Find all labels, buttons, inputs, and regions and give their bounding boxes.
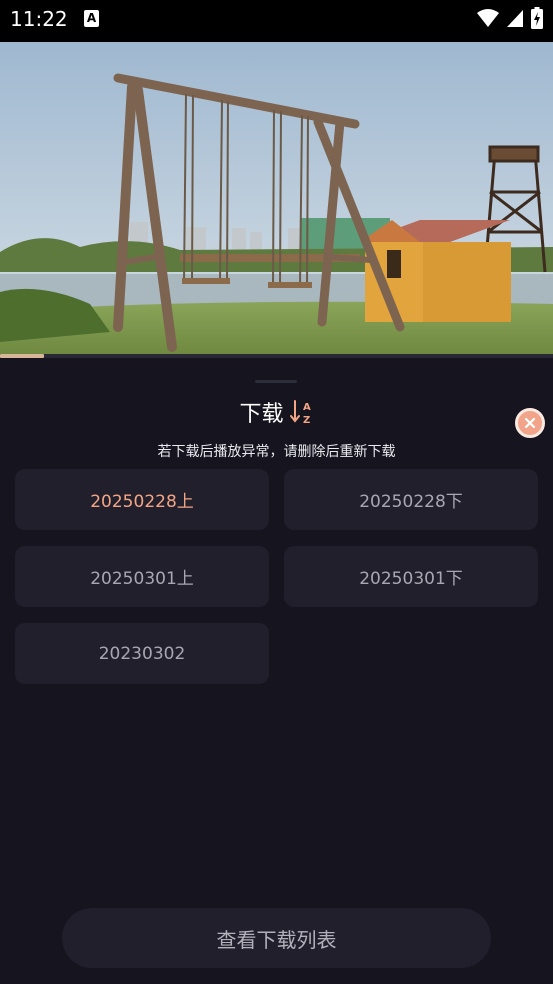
sheet-drag-handle[interactable] bbox=[255, 380, 297, 383]
download-hint: 若下载后播放异常，请删除后重新下载 bbox=[157, 444, 396, 460]
episode-item[interactable]: 20250301下 bbox=[284, 546, 538, 607]
view-download-list-button[interactable]: 查看下载列表 bbox=[62, 908, 491, 968]
status-icons bbox=[477, 7, 543, 29]
close-icon bbox=[524, 417, 536, 429]
status-bar: 11:22 A bbox=[0, 0, 553, 42]
sort-az-icon[interactable]: A Z bbox=[289, 399, 314, 425]
status-time: 11:22 bbox=[10, 7, 68, 31]
episode-item[interactable]: 20250228下 bbox=[284, 469, 538, 530]
signal-icon bbox=[507, 10, 523, 27]
video-frame bbox=[0, 42, 553, 354]
sheet-header: 下载 A Z bbox=[0, 395, 553, 429]
battery-charging-icon bbox=[531, 7, 543, 29]
episode-item[interactable]: 20250301上 bbox=[15, 546, 269, 607]
svg-text:A: A bbox=[303, 402, 311, 413]
wifi-icon bbox=[477, 9, 499, 27]
sheet-title: 下载 bbox=[239, 402, 284, 427]
episode-item[interactable]: 20250228上 bbox=[15, 469, 269, 530]
svg-text:Z: Z bbox=[303, 415, 310, 425]
close-button[interactable] bbox=[515, 408, 545, 438]
video-player[interactable] bbox=[0, 42, 553, 354]
episode-item[interactable]: 20230302 bbox=[15, 623, 269, 684]
notification-a-icon: A bbox=[84, 10, 99, 27]
